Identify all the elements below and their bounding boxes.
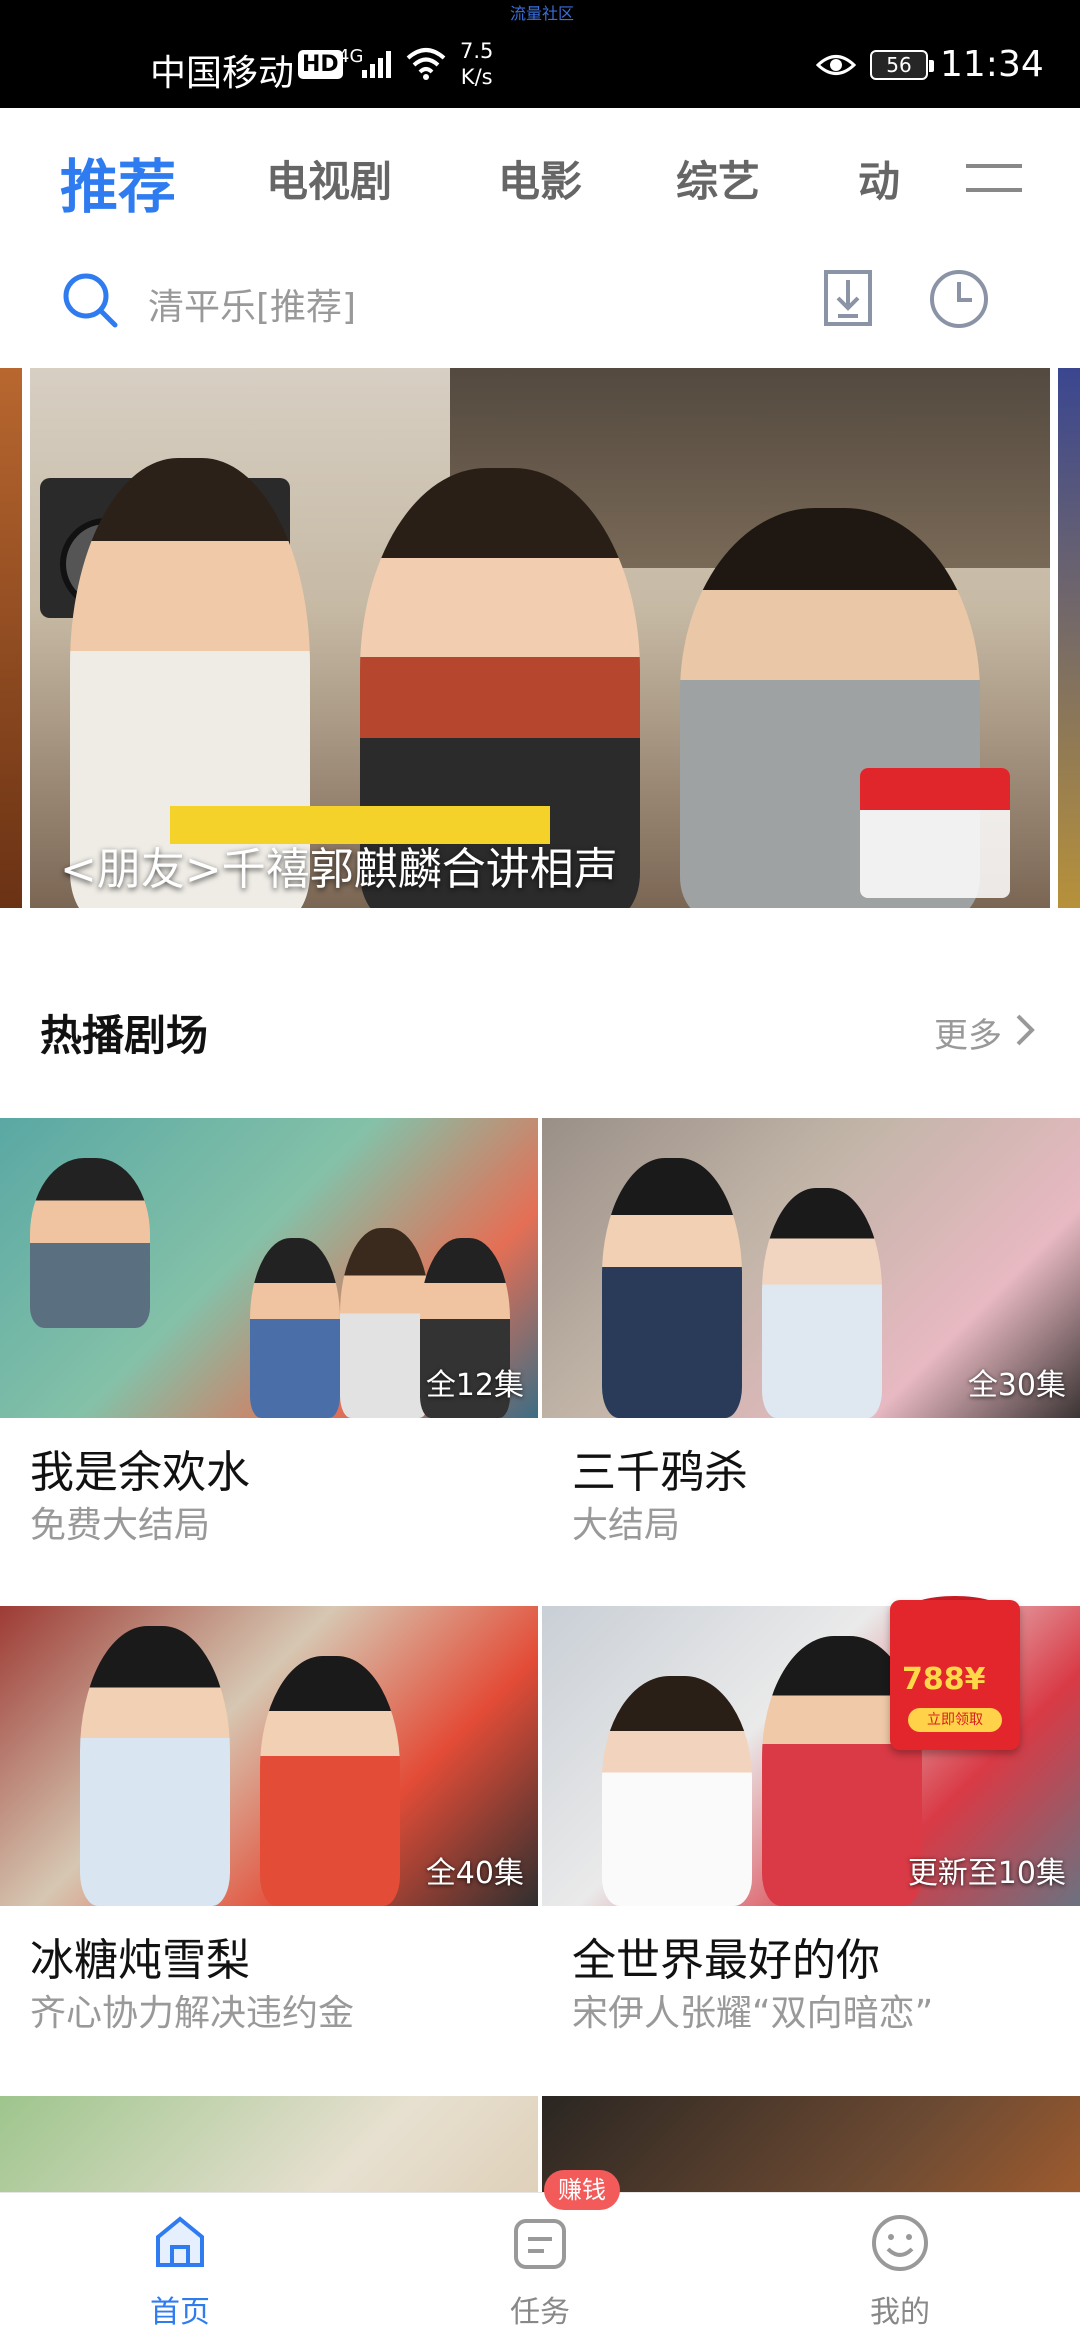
nav-profile-label: 我的: [870, 2295, 930, 2330]
home-icon: [156, 2216, 204, 2267]
episode-badge: 全40集: [425, 1856, 524, 1891]
drama-title[interactable]: 我是余欢水: [30, 1436, 250, 1500]
network-speed: 7.5 K/s: [460, 38, 493, 90]
search-bar[interactable]: 清平乐[推荐]: [0, 248, 1080, 366]
drama-card[interactable]: 全30集 三千鸦杀 大结局: [542, 1118, 1080, 1546]
smiley-icon: [872, 2215, 928, 2271]
prev-banner-peek[interactable]: [0, 368, 22, 908]
banner-carousel[interactable]: <朋友>千禧郭麒麟合讲相声: [0, 368, 1080, 908]
hd-badge: HD: [298, 50, 343, 79]
history-icon[interactable]: [928, 268, 990, 330]
battery-icon: 56: [870, 50, 934, 80]
drama-title[interactable]: 全世界最好的你: [572, 1924, 880, 1988]
nav-tasks-label: 任务: [510, 2295, 570, 2330]
more-link[interactable]: 更多: [934, 1008, 1002, 1057]
nav-profile[interactable]: 我的: [800, 2193, 1000, 2340]
clock-time: 11:34: [940, 44, 1044, 85]
next-banner-peek[interactable]: [1058, 368, 1080, 908]
sponsor-logo: [860, 768, 1010, 898]
drama-title[interactable]: 冰糖炖雪梨: [30, 1924, 250, 1988]
drama-poster[interactable]: 全30集: [542, 1118, 1080, 1418]
red-packet-amount: 788¥: [902, 1662, 986, 1697]
tasks-icon: [514, 2219, 566, 2269]
tab-movies[interactable]: 电影: [498, 148, 582, 209]
channel-tabs: 推荐 电视剧 电影 综艺 动: [0, 108, 1080, 248]
download-icon[interactable]: [820, 268, 876, 328]
eye-comfort-icon: [816, 55, 856, 75]
speed-unit: K/s: [460, 65, 493, 89]
status-bar: 流量社区 中国移动 HD 4G 7.5 K/s 56 11:34: [0, 0, 1080, 108]
top-caption: 流量社区: [510, 4, 575, 23]
nav-tasks[interactable]: 任务: [440, 2193, 640, 2340]
chevron-right-icon[interactable]: [1014, 1012, 1038, 1048]
drama-title[interactable]: 三千鸦杀: [572, 1436, 748, 1500]
search-placeholder[interactable]: 清平乐[推荐]: [148, 278, 356, 330]
nav-home-label: 首页: [150, 2295, 210, 2330]
drama-subtitle: 免费大结局: [30, 1505, 211, 1546]
red-packet-claim-button[interactable]: 立即领取: [908, 1708, 1002, 1732]
nav-home[interactable]: 首页: [80, 2193, 280, 2340]
search-icon: [63, 273, 118, 328]
episode-badge: 全30集: [967, 1368, 1066, 1403]
menu-icon[interactable]: [966, 158, 1022, 198]
red-packet-promo[interactable]: 788¥ 立即领取: [890, 1600, 1020, 1750]
tab-tv-series[interactable]: 电视剧: [266, 148, 392, 209]
drama-subtitle: 大结局: [572, 1505, 681, 1546]
episode-badge: 全12集: [425, 1368, 524, 1403]
earn-money-badge[interactable]: 赚钱: [544, 2170, 620, 2210]
banner-image[interactable]: <朋友>千禧郭麒麟合讲相声: [30, 368, 1050, 908]
tab-animation[interactable]: 动: [858, 148, 900, 209]
drama-subtitle: 齐心协力解决违约金: [30, 1993, 355, 2034]
drama-card[interactable]: 全40集 冰糖炖雪梨 齐心协力解决违约金: [0, 1606, 538, 2034]
drama-subtitle: 宋伊人张耀“双向暗恋”: [572, 1993, 934, 2034]
banner-caption: <朋友>千禧郭麒麟合讲相声: [60, 844, 618, 895]
drama-card[interactable]: 全12集 我是余欢水 免费大结局: [0, 1118, 538, 1546]
section-title: 热播剧场: [40, 1011, 209, 1060]
drama-poster[interactable]: 全12集: [0, 1118, 538, 1418]
drama-poster[interactable]: 全40集: [0, 1606, 538, 1906]
bottom-nav: 首页 任务 我的: [0, 2192, 1080, 2340]
episode-badge: 更新至10集: [907, 1856, 1066, 1891]
speed-value: 7.5: [460, 39, 494, 63]
signal-icon: [362, 51, 391, 78]
tab-recommend[interactable]: 推荐: [60, 140, 176, 224]
tab-variety[interactable]: 综艺: [676, 148, 760, 209]
wifi-icon: [406, 48, 446, 80]
carrier-name: 中国移动: [150, 53, 295, 94]
